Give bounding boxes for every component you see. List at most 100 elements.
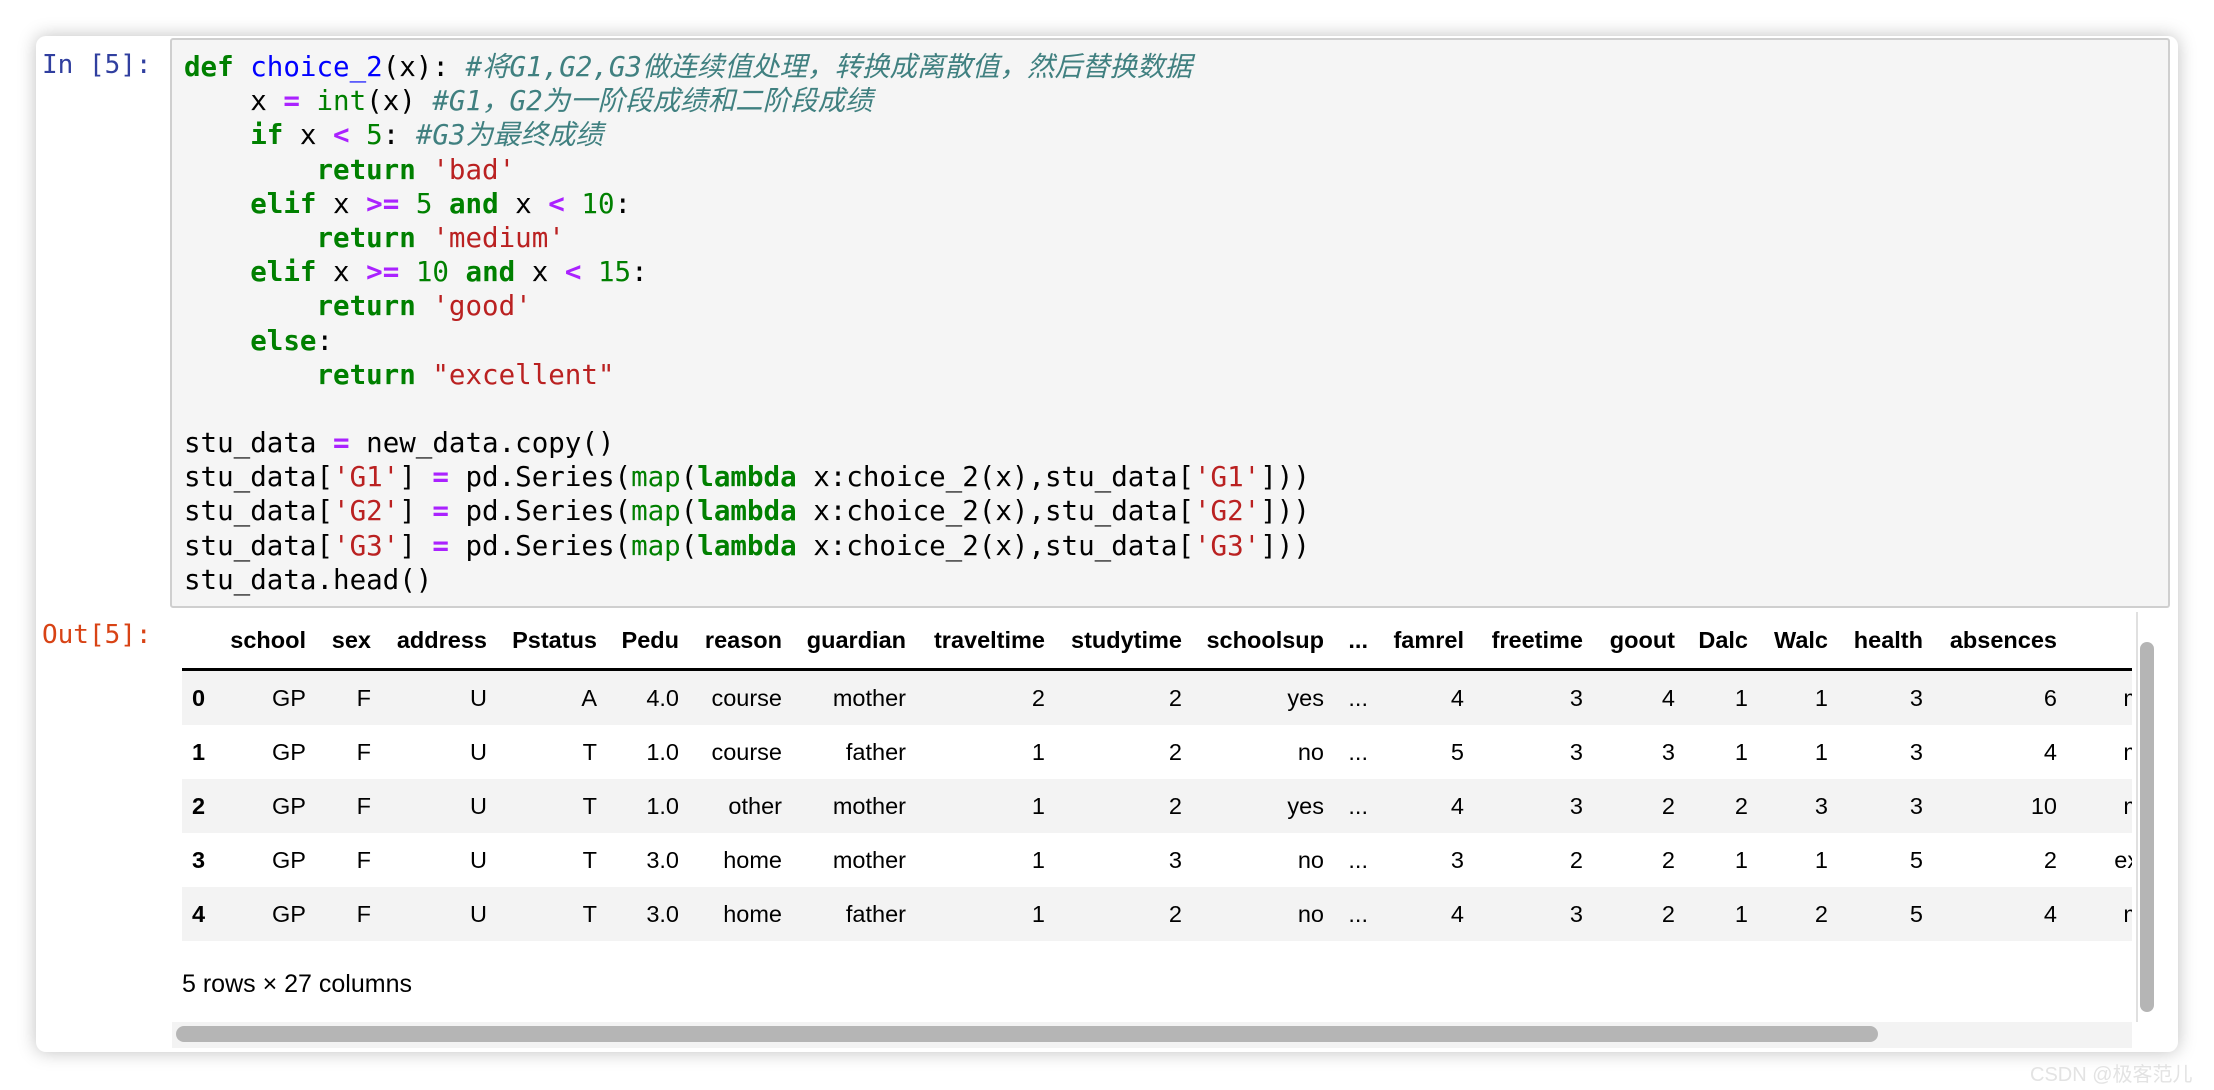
table-cell: ... xyxy=(1348,846,1368,873)
table-cell: 6 xyxy=(2043,684,2057,711)
code-token: #将G1,G2,G3做连续值处理，转换成离散值，然后替换数据 xyxy=(465,51,1192,83)
table-cell: 10 xyxy=(2030,792,2057,819)
column-header: Dalc xyxy=(1698,626,1748,653)
code-line: stu_data['G1'] = pd.Series(map(lambda x:… xyxy=(184,460,1310,494)
code-line: stu_data = new_data.copy() xyxy=(184,426,1310,460)
row-index: 0 xyxy=(192,684,206,711)
code-token: x xyxy=(184,85,284,118)
code-line: else: xyxy=(184,324,1310,358)
code-token: = xyxy=(432,461,449,494)
code-line: elif x >= 10 and x < 15: xyxy=(184,255,1310,289)
table-cell: 3 xyxy=(1814,792,1828,819)
table-cell: GP xyxy=(272,684,306,711)
table-cell: 2 xyxy=(1168,738,1182,765)
code-token: return xyxy=(316,221,416,254)
code-token: stu_data[ xyxy=(184,529,334,562)
code-token: lambda xyxy=(697,529,797,562)
code-line: return "excellent" xyxy=(184,358,1310,392)
table-cell: 3.0 xyxy=(646,846,679,873)
table-cell: medium xyxy=(2069,725,2132,779)
table-cell: F xyxy=(356,900,371,927)
code-token: ( xyxy=(680,529,698,562)
table-cell: 1 xyxy=(1031,846,1045,873)
code-token: = xyxy=(432,495,449,528)
table-cell: 1 xyxy=(1734,900,1748,927)
table-header-row: school sex address Pstatus Pedu reason guardia… xyxy=(182,612,2132,670)
table-cell: 4 xyxy=(2043,900,2057,927)
code-line: def choice_2(x): #将G1,G2,G3做连续值处理，转换成离散值… xyxy=(184,50,1310,84)
code-line: return 'bad' xyxy=(184,153,1310,187)
horizontal-scrollbar[interactable] xyxy=(176,1026,1878,1042)
table-cell: F xyxy=(356,738,371,765)
code-token: x xyxy=(316,256,367,289)
column-header: health xyxy=(1853,626,1923,653)
code-token: ] xyxy=(399,461,433,494)
table-cell: GP xyxy=(272,792,306,819)
code-token: stu_data[ xyxy=(184,495,334,528)
code-token: ])) xyxy=(1260,461,1310,494)
code-token: x xyxy=(498,187,549,220)
table-cell: 4 xyxy=(1661,684,1675,711)
table-cell: T xyxy=(582,900,597,927)
code-token: x xyxy=(316,187,367,220)
table-cell: 5 xyxy=(1909,846,1923,873)
code-content[interactable]: def choice_2(x): #将G1,G2,G3做连续值处理，转换成离散值… xyxy=(184,50,1310,597)
table-cell: U xyxy=(470,738,487,765)
watermark: CSDN @极客范儿 xyxy=(2030,1064,2193,1086)
table-cell: 2 xyxy=(1661,792,1675,819)
table-cell: medium xyxy=(2069,670,2132,726)
code-token: pd.Series( xyxy=(448,529,632,562)
table-cell: 3 xyxy=(1450,846,1464,873)
vertical-scrollbar[interactable] xyxy=(2140,642,2154,1012)
code-token: lambda xyxy=(697,461,797,494)
column-header: absences xyxy=(1949,626,2057,653)
table-cell: 1.0 xyxy=(646,792,679,819)
code-token: else xyxy=(250,324,317,357)
code-line: elif x >= 5 and x < 10: xyxy=(184,187,1310,221)
table-cell: no xyxy=(1297,738,1324,765)
code-token: 'good' xyxy=(432,290,532,323)
code-line: return 'good' xyxy=(184,289,1310,323)
column-header: Walc xyxy=(1774,626,1828,653)
code-token: stu_data.head() xyxy=(184,563,433,596)
table-cell: medium xyxy=(2069,779,2132,833)
code-token: x:choice_2(x),stu_data[ xyxy=(796,529,1194,562)
code-token: 'G1' xyxy=(1194,461,1261,494)
table-cell: 3 xyxy=(1168,846,1182,873)
row-index: 2 xyxy=(192,792,206,819)
table-cell: T xyxy=(582,792,597,819)
table-cell: U xyxy=(470,792,487,819)
table-cell: T xyxy=(582,738,597,765)
code-token: map xyxy=(631,529,681,562)
table-cell: father xyxy=(845,738,906,765)
column-header: traveltime xyxy=(933,626,1045,653)
code-token: >= xyxy=(366,256,400,289)
code-token: if xyxy=(250,119,284,152)
code-token: return xyxy=(316,290,416,323)
column-header: schoolsup xyxy=(1206,626,1324,653)
code-token: #G1，G2为一阶段成绩和二阶段成绩 xyxy=(432,85,873,118)
table-cell: 2 xyxy=(1661,900,1675,927)
table-cell: course xyxy=(711,738,782,765)
table-cell: 1 xyxy=(1031,738,1045,765)
code-token: : xyxy=(631,256,648,289)
table-cell: 3 xyxy=(1569,684,1583,711)
code-editor[interactable]: def choice_2(x): #将G1,G2,G3做连续值处理，转换成离散值… xyxy=(170,38,2170,608)
code-token: int xyxy=(316,85,367,118)
table-cell: GP xyxy=(272,738,306,765)
column-header: famrel xyxy=(1393,626,1464,653)
code-token: #G3为最终成绩 xyxy=(415,119,604,152)
input-prompt: In [5]: xyxy=(42,50,152,80)
table-row: 1 GP F U T 1.0 course father 1 2 no... 5 3 3 1 1 3 4 mediu… xyxy=(182,725,2132,779)
row-index: 3 xyxy=(192,846,206,873)
table-cell: home xyxy=(723,846,782,873)
code-token: ] xyxy=(399,495,433,528)
table-cell: 3 xyxy=(1569,738,1583,765)
table-cell: 1 xyxy=(1031,900,1045,927)
